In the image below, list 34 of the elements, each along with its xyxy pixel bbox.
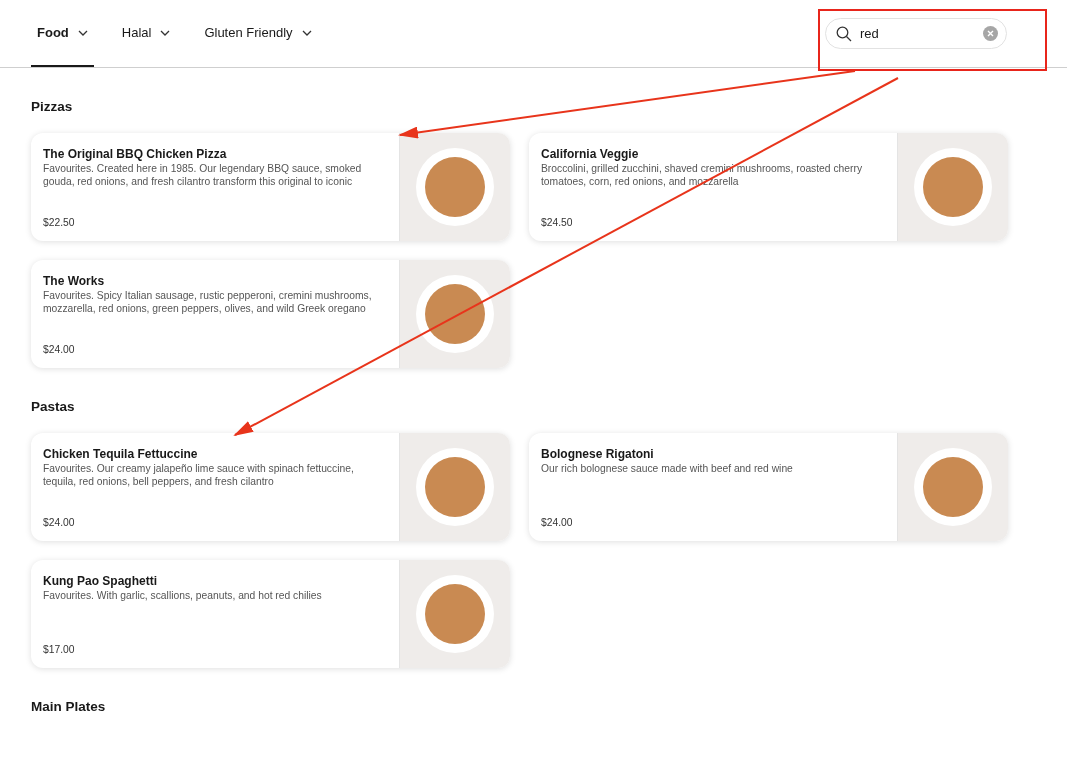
chevron-down-icon: [77, 29, 88, 36]
dish-price: $17.00: [43, 644, 75, 655]
dish-card[interactable]: The Works Favourites. Spicy Italian sausage, rustic pepperoni, cremini mushrooms, mozzarella, red onions, green peppers, olives, and wild Greek oregano $24.00: [31, 260, 510, 368]
dish-name: Kung Pao Spaghetti: [43, 574, 157, 588]
dish-price: $24.00: [43, 344, 75, 355]
dish-name: Chicken Tequila Fettuccine: [43, 447, 198, 461]
category-tab[interactable]: Halal: [115, 0, 177, 67]
dish-description: Favourites. Created here in 1985. Our legendary BBQ sauce, smoked gouda, red onions, and fresh cilantro transform this original to iconic: [43, 162, 363, 188]
dish-card[interactable]: The Original BBQ Chicken Pizza Favourites. Created here in 1985. Our legendary BBQ sauce, smoked gouda, red onions, and fresh cilantro transform this original to iconic $22.50: [31, 133, 510, 241]
category-tab[interactable]: Food: [31, 0, 94, 67]
dish-card[interactable]: Chicken Tequila Fettuccine Favourites. Our creamy jalapeño lime sauce with spinach fettuccine, tequila, red onions, bell peppers, and fresh cilantro $24.00: [31, 433, 510, 541]
dish-price: $24.00: [43, 517, 75, 528]
dish-name: California Veggie: [541, 147, 639, 161]
dish-card[interactable]: Bolognese Rigatoni Our rich bolognese sauce made with beef and red wine $24.00: [529, 433, 1008, 541]
chevron-down-icon: [160, 29, 171, 36]
dish-name: Bolognese Rigatoni: [541, 447, 654, 461]
dish-price: $24.00: [541, 517, 573, 528]
search-icon: [836, 25, 852, 42]
dish-description: Favourites. With garlic, scallions, peanuts, and hot red chilies: [43, 589, 323, 602]
dish-price: $22.50: [43, 217, 75, 228]
category-tab[interactable]: Gluten Friendly: [198, 0, 318, 67]
section-heading: Main Plates: [31, 698, 106, 715]
search-input[interactable]: red: [860, 26, 975, 41]
dish-description: Our rich bolognese sauce made with beef and red wine: [541, 462, 794, 475]
section-heading: Pizzas: [31, 98, 73, 115]
chevron-down-icon: [301, 29, 312, 36]
dish-name: The Original BBQ Chicken Pizza: [43, 147, 227, 161]
dish-name: The Works: [43, 274, 105, 288]
dish-card[interactable]: Kung Pao Spaghetti Favourites. With garlic, scallions, peanuts, and hot red chilies $17.00: [31, 560, 510, 668]
section-heading: Pastas: [31, 398, 75, 415]
dish-price: $24.50: [541, 217, 573, 228]
dish-description: Favourites. Spicy Italian sausage, rustic pepperoni, cremini mushrooms, mozzarella, red onions, green peppers, olives, and wild Greek oregano: [43, 289, 373, 315]
clear-icon[interactable]: [983, 26, 998, 41]
dish-description: Favourites. Our creamy jalapeño lime sauce with spinach fettuccine, tequila, red onions, bell peppers, and fresh cilantro: [43, 462, 355, 488]
